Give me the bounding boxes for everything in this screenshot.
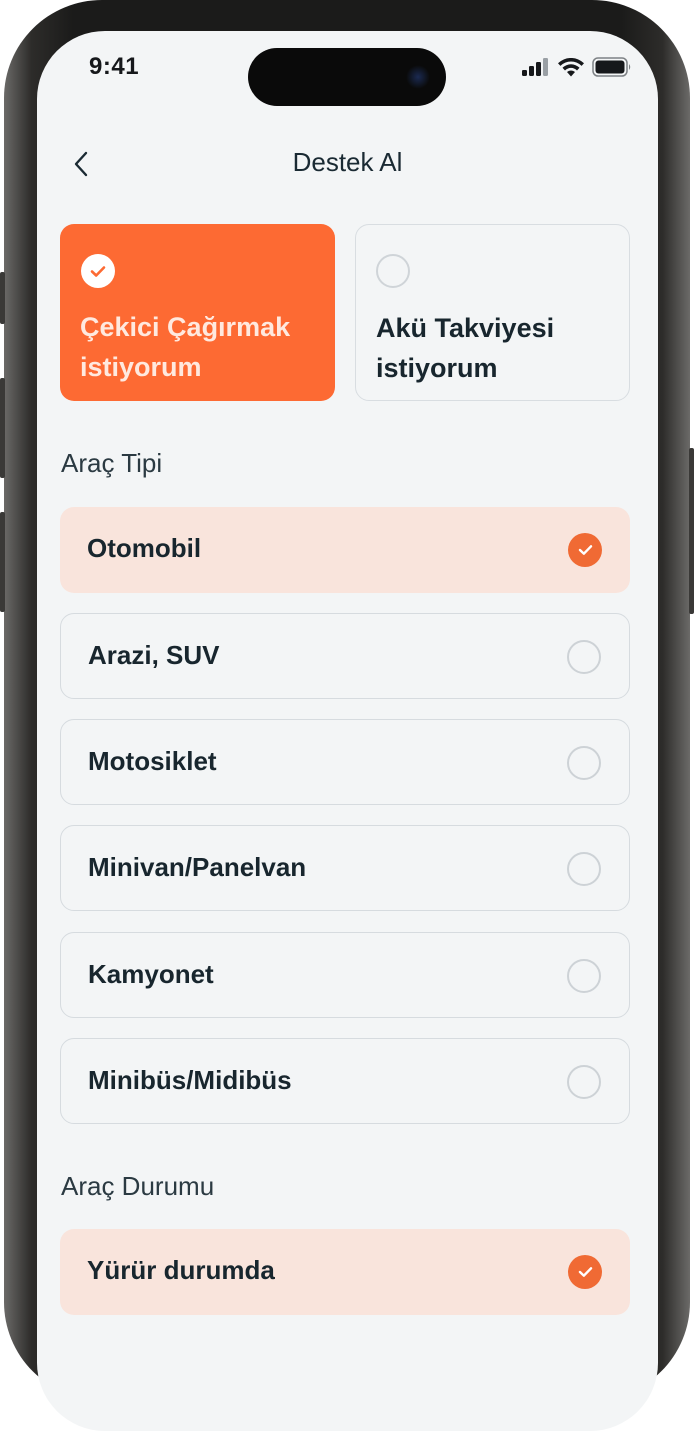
- check-icon: [578, 1267, 592, 1277]
- service-choice-battery[interactable]: Akü Takviyesi istiyorum: [355, 224, 630, 401]
- option-label: Minivan/Panelvan: [88, 852, 307, 882]
- option-label: Motosiklet: [88, 746, 217, 776]
- signal-icon: [522, 58, 548, 76]
- volume-down-button: [0, 512, 5, 612]
- check-icon: [578, 545, 592, 555]
- vehicle-type-option-minibus[interactable]: Minibüs/Midibüs: [60, 1038, 630, 1124]
- dynamic-island: [248, 48, 446, 106]
- volume-up-button: [0, 378, 5, 478]
- app-screen: 9:41 Destek Al Çekici Çağırmak istiyorum…: [37, 31, 658, 1431]
- option-label: Minibüs/Midibüs: [88, 1065, 292, 1095]
- service-choice-label: Çekici Çağırmak istiyorum: [80, 312, 291, 382]
- option-label: Arazi, SUV: [88, 640, 220, 670]
- status-bar: 9:41: [37, 31, 658, 111]
- wifi-icon: [558, 57, 584, 76]
- nav-header: Destek Al: [37, 131, 658, 197]
- service-choice-label: Akü Takviyesi istiyorum: [376, 313, 555, 383]
- selected-radio-icon: [568, 1255, 602, 1289]
- vehicle-type-option-kamyonet[interactable]: Kamyonet: [60, 932, 630, 1018]
- battery-icon: [592, 57, 631, 77]
- vehicle-status-title: Araç Durumu: [61, 1171, 215, 1201]
- unselected-radio-icon: [567, 1065, 601, 1099]
- option-label: Otomobil: [87, 533, 202, 563]
- status-icons: [522, 56, 632, 78]
- option-label: Yürür durumda: [87, 1255, 275, 1285]
- unselected-radio-icon: [567, 746, 601, 780]
- vehicle-type-option-arazi-suv[interactable]: Arazi, SUV: [60, 613, 630, 699]
- vehicle-type-option-otomobil[interactable]: Otomobil: [60, 507, 630, 593]
- status-time: 9:41: [89, 53, 140, 80]
- vehicle-type-option-motosiklet[interactable]: Motosiklet: [60, 719, 630, 805]
- vehicle-type-title: Araç Tipi: [61, 448, 163, 478]
- unselected-radio-icon: [567, 959, 601, 993]
- power-button: [689, 448, 694, 614]
- check-icon: [90, 265, 106, 277]
- service-choice-tow[interactable]: Çekici Çağırmak istiyorum: [60, 224, 335, 401]
- option-label: Kamyonet: [88, 959, 214, 989]
- selected-radio-icon: [568, 533, 602, 567]
- vehicle-type-option-minivan[interactable]: Minivan/Panelvan: [60, 825, 630, 911]
- vehicle-status-option-yurur[interactable]: Yürür durumda: [60, 1229, 630, 1315]
- action-button: [0, 272, 5, 324]
- page-title: Destek Al: [292, 147, 403, 177]
- selected-radio-icon: [81, 254, 115, 288]
- unselected-radio-icon: [376, 254, 410, 288]
- unselected-radio-icon: [567, 640, 601, 674]
- unselected-radio-icon: [567, 852, 601, 886]
- camera-icon: [406, 65, 430, 89]
